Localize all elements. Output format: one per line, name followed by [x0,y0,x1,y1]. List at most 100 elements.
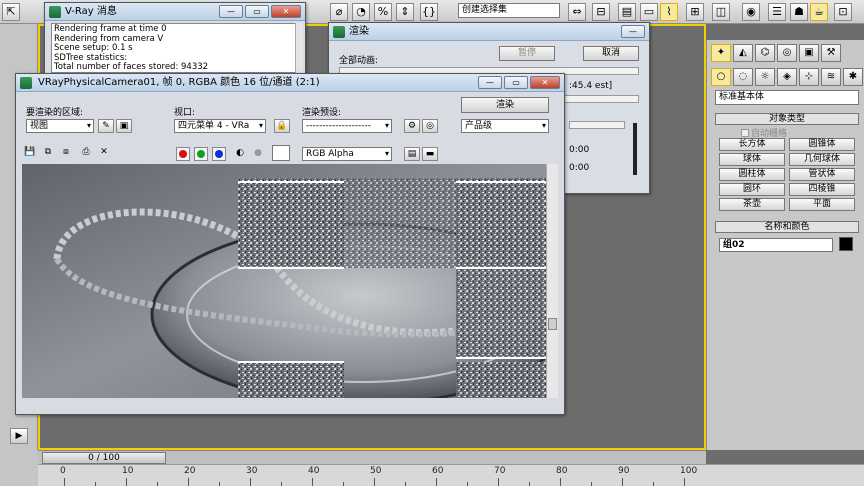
pause-button[interactable]: 暂停 [499,46,555,61]
render-frame-icon[interactable]: ☗ [790,3,808,21]
quality-select[interactable]: 产品级 [461,119,549,133]
channel-select[interactable]: RGB Alpha [302,147,392,161]
area-crop-icon[interactable]: ▣ [116,119,132,133]
object-name-input[interactable]: 组02 [719,238,833,252]
utilities-tab-icon[interactable]: ⚒ [821,44,841,62]
material-editor-icon[interactable]: ◫ [712,3,730,21]
spacewarps-icon[interactable]: ≋ [821,68,841,86]
vray-messages-titlebar[interactable]: V-Ray 消息 — ▭ ✕ [45,3,305,21]
environment-icon[interactable]: ◎ [422,119,438,133]
box-button[interactable]: 长方体 [719,138,785,151]
render-setup-icon[interactable]: ⚙ [404,119,420,133]
red-channel-button[interactable] [176,147,190,161]
plane-button[interactable]: 平面 [789,198,855,211]
fb-minimize-icon[interactable]: — [478,76,502,89]
angle-snap-toggle-icon[interactable]: ◔ [352,3,370,21]
scrollbar-thumb[interactable] [548,318,557,330]
time-slider[interactable]: 0 / 100 [38,450,706,464]
mono-icon[interactable]: ● [250,147,266,161]
render-title: 渲染 [349,26,369,37]
vray-logo-icon [49,6,61,18]
blue-channel-button[interactable] [212,147,226,161]
systems-icon[interactable]: ✱ [843,68,863,86]
cameras-icon[interactable]: ◈ [777,68,797,86]
create-tab-icon[interactable]: ✦ [711,44,731,62]
percent-snap-icon[interactable]: % [374,3,392,21]
curve-editor-icon[interactable]: ⌇ [660,3,678,21]
hierarchy-tab-icon[interactable]: ⌬ [755,44,775,62]
color-swatch[interactable] [272,145,290,161]
vray-log-text: Rendering frame at time 0 Rendering from… [51,23,297,73]
selection-set-input[interactable]: 创建选择集 [458,3,560,18]
render-dialog-scrollbar[interactable] [633,123,637,175]
name-color-header[interactable]: 名称和颜色 [715,221,859,233]
align-icon[interactable]: ⊟ [592,3,610,21]
close-icon[interactable]: ✕ [271,5,301,18]
alpha-icon[interactable]: ◐ [232,147,248,161]
clone-icon[interactable]: ⧈ [58,146,74,160]
render-production-icon[interactable]: ⊡ [834,3,852,21]
cone-button[interactable]: 圆锥体 [789,138,855,151]
save-all-icon[interactable]: ⧉ [40,146,56,160]
geosphere-button[interactable]: 几何球体 [789,153,855,166]
helpers-icon[interactable]: ⊹ [799,68,819,86]
angle-snap-icon[interactable]: ⌀ [330,3,348,21]
tube-button[interactable]: 管状体 [789,168,855,181]
frame-buffer-scrollbar[interactable] [546,164,558,398]
render-button[interactable]: 渲染 [461,97,549,113]
clear-icon[interactable]: ✕ [96,146,112,160]
minimize-icon[interactable]: — [219,5,243,18]
rendered-image[interactable] [22,164,546,398]
ruler-tick [498,478,499,486]
cylinder-button[interactable]: 圆柱体 [719,168,785,181]
ruler-tick-label: 100 [680,466,698,476]
render-minimize-icon[interactable]: — [621,25,645,38]
spinner-snap-icon[interactable]: ⇕ [396,3,414,21]
history-icon[interactable]: ▬ [422,147,438,161]
display-tab-icon[interactable]: ▣ [799,44,819,62]
select-icon[interactable]: ⇱ [2,3,20,21]
motion-tab-icon[interactable]: ◎ [777,44,797,62]
fb-close-icon[interactable]: ✕ [530,76,560,89]
vray-log-scrollbar[interactable] [295,23,303,73]
named-selection-icon[interactable]: {} [420,3,438,21]
green-channel-button[interactable] [194,147,208,161]
lock-icon[interactable]: 🔒 [274,119,290,133]
cancel-button[interactable]: 取消 [583,46,639,61]
viewport-select[interactable]: 四元菜单 4 - VRa [174,119,266,133]
sphere-button[interactable]: 球体 [719,153,785,166]
maximize-icon[interactable]: ▭ [245,5,269,18]
torus-button[interactable]: 圆环 [719,183,785,196]
material-sphere-icon[interactable]: ◉ [742,3,760,21]
fb-maximize-icon[interactable]: ▭ [504,76,528,89]
save-icon[interactable]: 💾 [22,146,38,160]
green-dot-icon [197,150,205,158]
play-icon[interactable]: ▶ [10,428,28,444]
mirror-icon[interactable]: ⇔ [568,3,586,21]
time-slider-thumb[interactable]: 0 / 100 [42,452,166,464]
area-edit-icon[interactable]: ✎ [98,119,114,133]
category-select[interactable]: 标准基本体 [715,90,859,105]
object-color-swatch[interactable] [839,237,853,251]
render-titlebar[interactable]: 渲染 — [329,23,649,41]
render-setup-icon[interactable]: ☰ [768,3,786,21]
ruler-tick-label: 0 [60,466,66,476]
geometry-icon[interactable]: ○ [711,68,731,86]
preset-select[interactable]: -------------------- [302,119,392,133]
area-select[interactable]: 视图 [26,119,94,133]
modify-tab-icon[interactable]: ◭ [733,44,753,62]
pyramid-button[interactable]: 四棱锥 [789,183,855,196]
lights-icon[interactable]: ☼ [755,68,775,86]
quick-render-icon[interactable]: ☕ [810,3,828,21]
object-type-header[interactable]: 对象类型 [715,113,859,125]
display-icon[interactable]: ▤ [404,147,420,161]
ribbon-icon[interactable]: ▭ [640,3,658,21]
teapot-button[interactable]: 茶壶 [719,198,785,211]
timeline-ruler[interactable]: 0 10 20 30 40 50 60 70 80 90 100 [38,464,864,486]
schematic-view-icon[interactable]: ⊞ [686,3,704,21]
shapes-icon[interactable]: ◌ [733,68,753,86]
layer-icon[interactable]: ▤ [618,3,636,21]
print-icon[interactable]: ⎙ [78,146,94,160]
ruler-tick [436,478,437,486]
frame-buffer-titlebar[interactable]: VRayPhysicalCamera01, 帧 0, RGBA 颜色 16 位/… [16,74,564,92]
